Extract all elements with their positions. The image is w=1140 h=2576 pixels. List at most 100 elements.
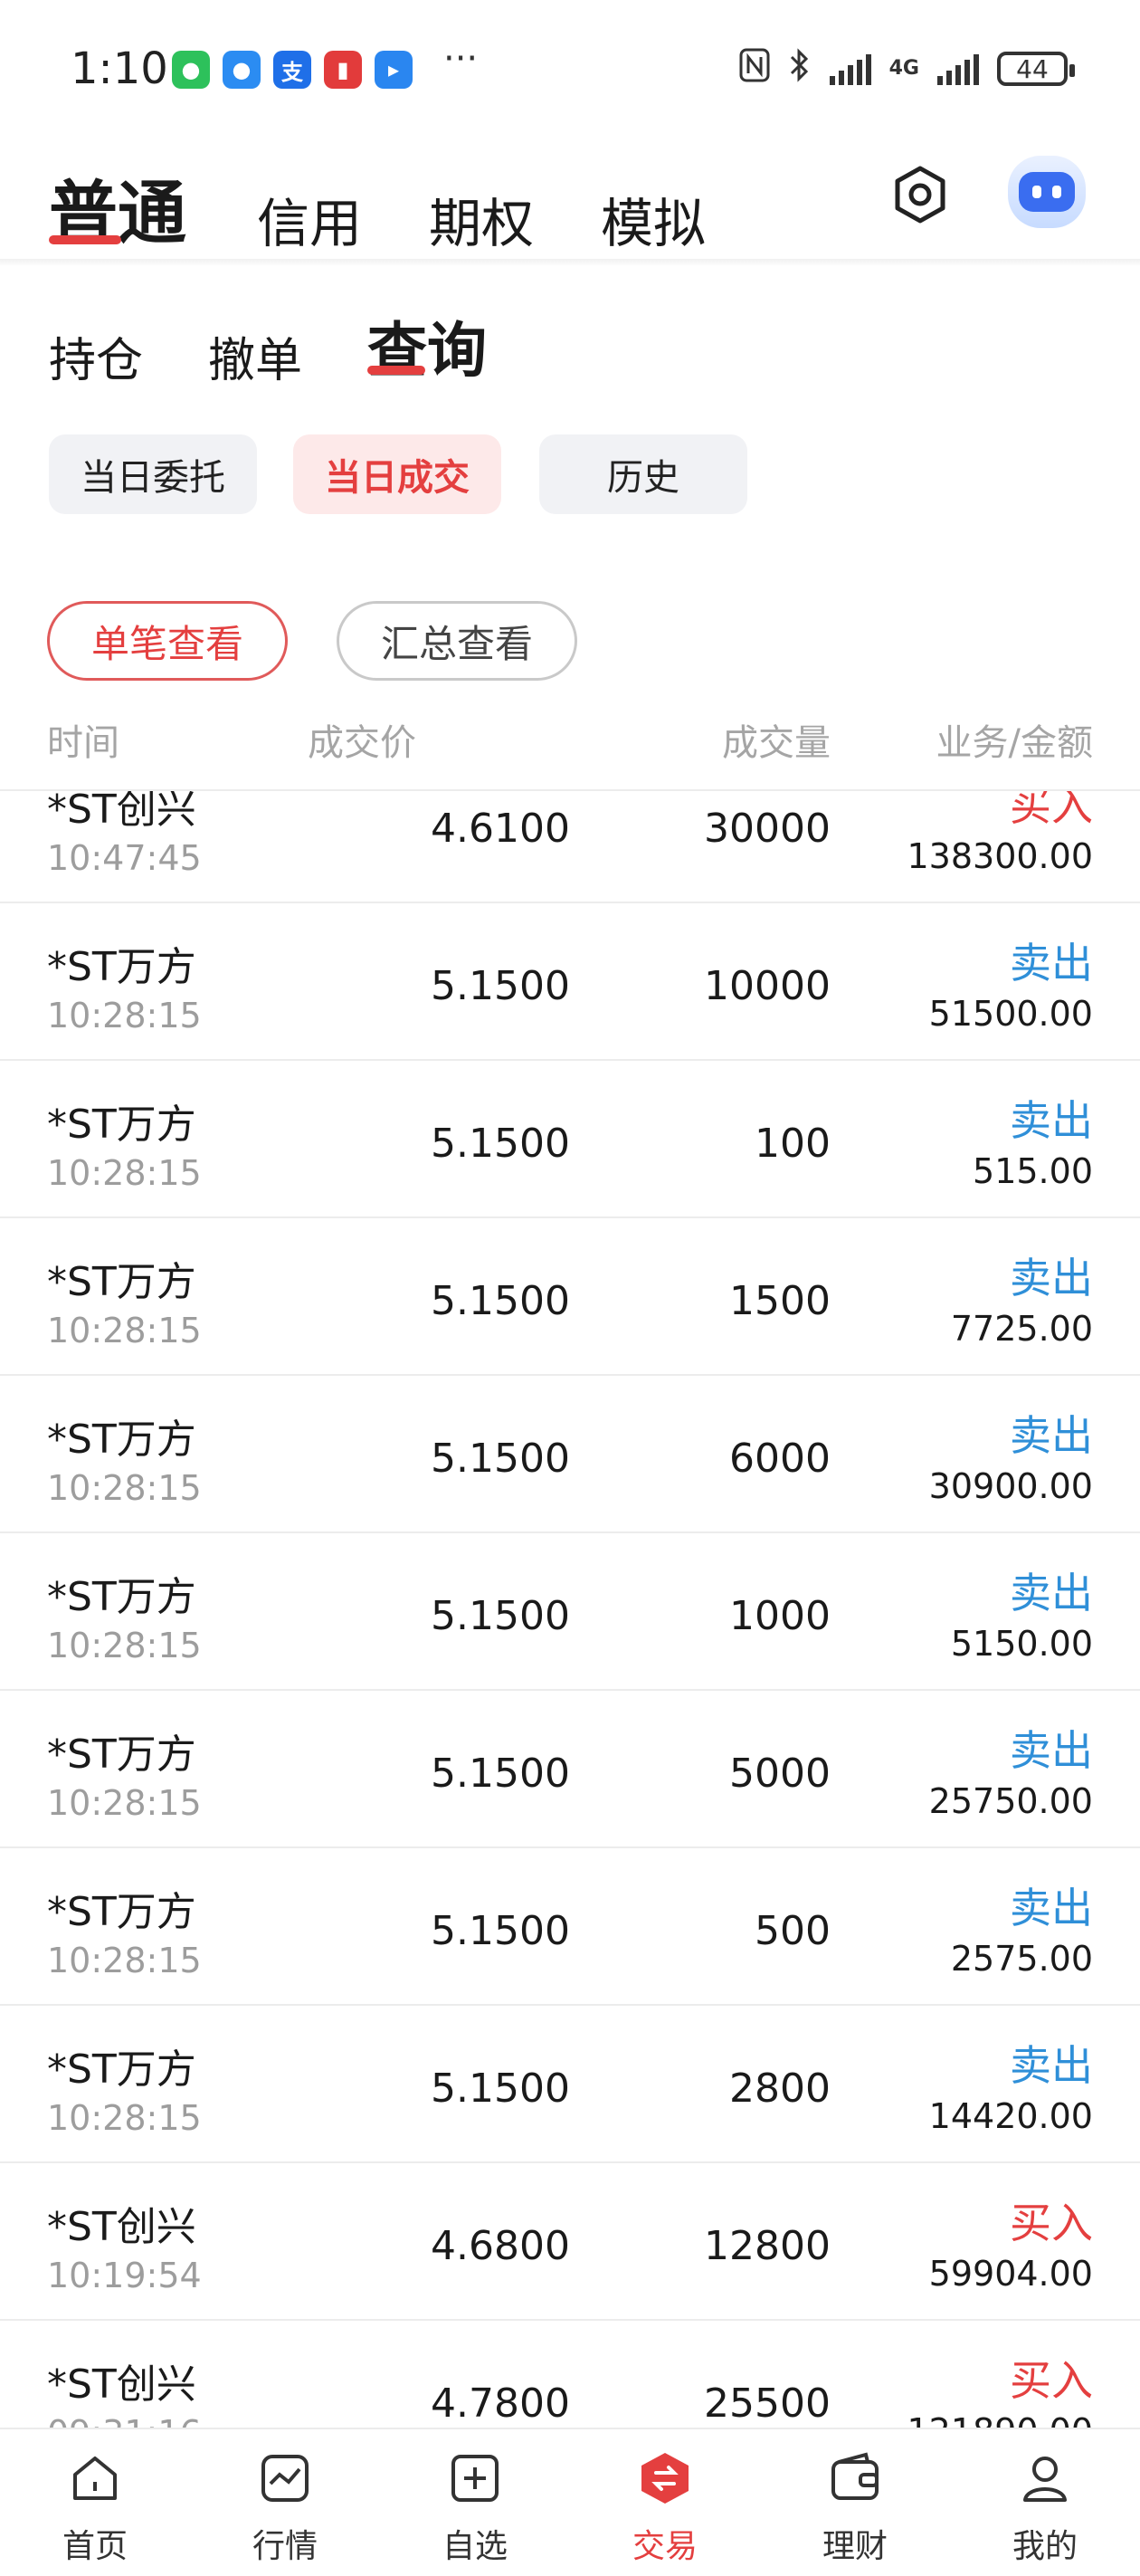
trade-row[interactable]: *ST万方 10:28:15 5.1500 100 卖出 515.00 — [0, 1061, 1140, 1218]
trade-time: 10:28:15 — [47, 1468, 202, 1508]
tab-positions[interactable]: 持仓 — [49, 322, 143, 390]
trade-quantity: 12800 — [704, 2223, 831, 2269]
trade-amount: 7725.00 — [950, 1309, 1093, 1349]
trade-quantity: 100 — [755, 1121, 831, 1167]
trade-amount: 138300.00 — [907, 836, 1094, 876]
nav-label: 首页 — [62, 2528, 128, 2565]
nav-label: 交易 — [632, 2528, 698, 2565]
alipay-icon: 支 — [273, 51, 311, 89]
trade-row[interactable]: *ST创兴09:31:164.780025500买入121890.00 — [0, 2321, 1140, 2429]
tab-credit[interactable]: 信用 — [257, 181, 362, 257]
nav-home[interactable]: 首页 — [0, 2429, 190, 2576]
trade-row[interactable]: *ST万方 10:28:15 5.1500 5000 卖出 25750.00 — [0, 1691, 1140, 1848]
trade-price: 5.1500 — [431, 1593, 570, 1639]
trade-row[interactable]: *ST万方 10:28:15 5.1500 1500 卖出 7725.00 — [0, 1218, 1140, 1376]
trade-price: 5.1500 — [431, 963, 570, 1009]
tab-simulated[interactable]: 模拟 — [601, 181, 706, 257]
trade-amount: 5150.00 — [950, 1624, 1093, 1664]
trade-list[interactable]: *ST创兴 10:47:45 4.6100 30000 买入 138300.00 *ST万方… — [0, 789, 1140, 2429]
filter-history[interactable]: 历史 — [539, 434, 747, 514]
trade-stock-name: *ST创兴 — [47, 2204, 196, 2250]
trade-time: 10:28:15 — [47, 1311, 202, 1350]
tab-cancel-orders[interactable]: 撤单 — [208, 322, 302, 390]
nav-market[interactable]: 行情 — [190, 2429, 380, 2576]
trade-time: 10:28:15 — [47, 1153, 202, 1193]
app-icon: ▸ — [375, 51, 413, 89]
column-header-quantity: 成交量 — [722, 722, 831, 764]
trade-amount: 30900.00 — [928, 1466, 1093, 1506]
trade-stock-name: *ST万方 — [47, 1732, 196, 1778]
trade-row[interactable]: *ST创兴 10:19:54 4.6800 12800 买入 59904.00 — [0, 2163, 1140, 2321]
trade-operation: 卖出 — [1010, 939, 1093, 987]
message-icon: ● — [223, 51, 261, 89]
more-notifications-icon: ··· — [443, 38, 479, 80]
trade-amount: 59904.00 — [928, 2254, 1093, 2294]
trade-row[interactable]: *ST万方 10:28:15 5.1500 6000 卖出 30900.00 — [0, 1376, 1140, 1533]
nav-trade[interactable]: 交易 — [570, 2429, 760, 2576]
tab-options[interactable]: 期权 — [429, 181, 534, 257]
trade-price: 5.1500 — [431, 1121, 570, 1167]
trade-stock-name: *ST万方 — [47, 1417, 196, 1463]
filter-today-orders[interactable]: 当日委托 — [49, 434, 257, 514]
home-icon — [73, 2457, 117, 2500]
trade-operation: 卖出 — [1010, 1884, 1093, 1932]
tab-query[interactable]: 查询 — [367, 302, 487, 389]
trade-quantity: 6000 — [729, 1436, 831, 1482]
wechat-icon: ● — [172, 51, 210, 89]
trade-amount: 2575.00 — [950, 1939, 1093, 1979]
nav-label: 理财 — [822, 2528, 888, 2565]
sub-tab-underline — [367, 366, 425, 375]
nav-label: 自选 — [442, 2528, 508, 2565]
trade-price: 5.1500 — [431, 1908, 570, 1954]
account-type-tabs: 普通 信用 期权 模拟 — [0, 145, 1140, 254]
trade-stock-name: *ST万方 — [47, 2046, 196, 2093]
trade-row[interactable]: *ST万方 10:28:15 5.1500 2800 卖出 14420.00 — [0, 2006, 1140, 2163]
system-status: 4G 44 — [739, 47, 1075, 91]
trade-time: 10:28:15 — [47, 1783, 202, 1823]
add-square-icon — [451, 2455, 499, 2502]
battery-level: 44 — [1016, 53, 1049, 84]
assistant-robot-avatar[interactable] — [1008, 156, 1086, 228]
trade-quantity: 2800 — [729, 2066, 831, 2112]
wallet-icon — [831, 2452, 879, 2500]
nav-label: 行情 — [252, 2528, 318, 2565]
nav-wealth[interactable]: 理财 — [760, 2429, 950, 2576]
trade-row[interactable]: *ST万方 10:28:15 5.1500 1000 卖出 5150.00 — [0, 1533, 1140, 1691]
trade-price: 4.6800 — [431, 2223, 570, 2269]
trade-row[interactable]: *ST万方 10:28:15 5.1500 10000 卖出 51500.00 — [0, 903, 1140, 1061]
trade-amount: 515.00 — [973, 1151, 1093, 1191]
trade-operation: 卖出 — [1010, 1569, 1093, 1617]
trade-time: 10:28:15 — [47, 1941, 202, 1980]
trade-operation: 卖出 — [1010, 1726, 1093, 1775]
trade-quantity: 30000 — [704, 806, 831, 852]
trade-price: 5.1500 — [431, 1436, 570, 1482]
trade-operation: 卖出 — [1010, 1254, 1093, 1302]
trade-time: 10:28:15 — [47, 2098, 202, 2138]
trade-price: 5.1500 — [431, 1751, 570, 1797]
column-header-op-amount: 业务/金额 — [936, 722, 1093, 764]
trade-row[interactable]: *ST万方 10:28:15 5.1500 500 卖出 2575.00 — [0, 1848, 1140, 2006]
trade-list-content: *ST创兴 10:47:45 4.6100 30000 买入 138300.00 *ST万方… — [0, 789, 1140, 2429]
active-tab-underline — [49, 235, 121, 244]
settings-gear-icon[interactable] — [888, 163, 952, 226]
trade-quantity: 500 — [755, 1908, 831, 1954]
battery-icon: 44 — [997, 52, 1075, 86]
column-header-time: 时间 — [47, 722, 119, 764]
trade-stock-name: *ST万方 — [47, 1102, 196, 1148]
notification-icons: ● ● 支 ▮ ▸ — [172, 51, 413, 89]
network-type: 4G — [888, 57, 919, 80]
trade-stock-name: *ST创兴 — [47, 789, 196, 833]
trade-quantity: 25500 — [704, 2380, 831, 2427]
nfc-icon — [739, 48, 770, 90]
nav-profile[interactable]: 我的 — [950, 2429, 1140, 2576]
summary-view-toggle[interactable]: 汇总查看 — [337, 601, 577, 681]
nav-watchlist[interactable]: 自选 — [380, 2429, 570, 2576]
trade-amount: 25750.00 — [928, 1781, 1093, 1821]
trade-operation: 卖出 — [1010, 1096, 1093, 1145]
signal-icon — [829, 52, 871, 85]
filter-today-trades[interactable]: 当日成交 — [293, 434, 501, 514]
single-view-toggle[interactable]: 单笔查看 — [47, 601, 288, 681]
trade-stock-name: *ST万方 — [47, 1889, 196, 1935]
trade-time: 10:28:15 — [47, 996, 202, 1035]
trade-row[interactable]: *ST创兴 10:47:45 4.6100 30000 买入 138300.00 — [0, 789, 1140, 903]
